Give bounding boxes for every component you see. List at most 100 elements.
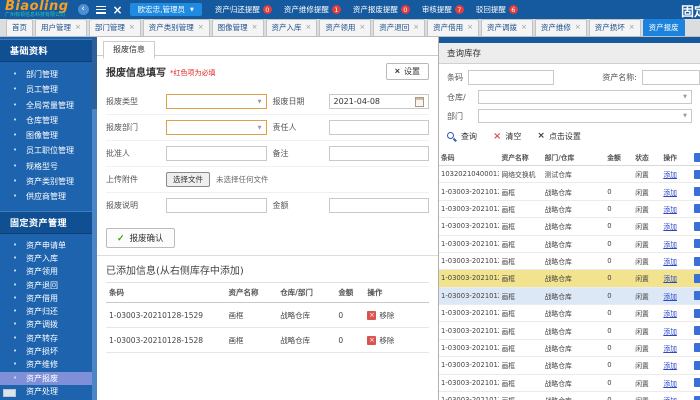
clear-button[interactable]: × 清空 [493, 131, 521, 142]
tab-close-icon[interactable]: × [198, 24, 204, 31]
sidebar-item-供应商管理[interactable]: 供应商管理 [0, 189, 97, 205]
tab-资产调拨[interactable]: 资产调拨 × [481, 19, 533, 36]
sidebar-item-资产转存[interactable]: 资产转存 [0, 332, 97, 346]
remove-button[interactable]: × 移除 [367, 335, 394, 346]
clipped-button[interactable] [693, 256, 700, 266]
sidebar-item-规格型号[interactable]: 规格型号 [0, 159, 97, 175]
clipped-button[interactable] [693, 273, 700, 283]
add-link[interactable]: 添加 [663, 310, 677, 318]
clipped-button[interactable] [693, 360, 700, 370]
click-settings-button[interactable]: × 点击设置 [537, 131, 581, 142]
clipped-button[interactable] [693, 239, 700, 249]
notification-item[interactable]: 资产维修提醒 1 [284, 4, 341, 15]
sidebar-item-资产维修[interactable]: 资产维修 [0, 358, 97, 372]
add-link[interactable]: 添加 [663, 258, 677, 266]
clipped-button[interactable] [693, 169, 700, 179]
tab-close-icon[interactable]: × [575, 24, 581, 31]
notification-item[interactable]: 资产报废提醒 0 [353, 4, 410, 15]
add-link[interactable]: 添加 [663, 362, 677, 370]
sidebar-item-资产申请单[interactable]: 资产申请单 [0, 239, 97, 253]
user-dropdown[interactable]: 欧宏忠,管理员 ▼ [129, 3, 202, 16]
add-link[interactable]: 添加 [663, 206, 677, 214]
add-link[interactable]: 添加 [663, 345, 677, 353]
tab-资产类别管理[interactable]: 资产类别管理 × [142, 19, 210, 36]
tab-资产借用[interactable]: 资产借用 × [427, 19, 479, 36]
clipped-button[interactable] [693, 395, 700, 400]
tab-资产领用[interactable]: 资产领用 × [319, 19, 372, 36]
tab-用户管理[interactable]: 用户管理 × [35, 19, 87, 36]
search-button[interactable]: 查询 [447, 131, 477, 142]
tab-资产损坏[interactable]: 资产损坏 × [588, 19, 641, 36]
tab-close-icon[interactable]: × [306, 24, 312, 31]
remove-button[interactable]: × 移除 [367, 310, 394, 321]
sidebar-item-图像管理[interactable]: 图像管理 [0, 128, 97, 144]
add-link[interactable]: 添加 [663, 189, 677, 197]
add-link[interactable]: 添加 [663, 241, 677, 249]
clipped-button[interactable] [693, 326, 700, 336]
sidebar-item-资产入库[interactable]: 资产入库 [0, 252, 97, 266]
sidebar-item-资产类别管理[interactable]: 资产类别管理 [0, 174, 97, 190]
scrap-date-field[interactable]: 2021-04-08 [328, 94, 429, 109]
tab-close-icon[interactable]: × [359, 24, 365, 31]
calendar-icon[interactable] [415, 96, 424, 107]
scrap-confirm-button[interactable]: ✓ 报废确认 [106, 228, 175, 248]
menu-icon[interactable] [95, 5, 106, 14]
sidebar-item-员工职位管理[interactable]: 员工职位管理 [0, 143, 97, 159]
warehouse-select[interactable]: ▼ [478, 90, 692, 104]
choose-file-button[interactable]: 选择文件 [166, 172, 210, 187]
collapse-sidebar-button[interactable]: ‹ [77, 4, 89, 15]
scrap-dept-select[interactable]: ▼ [166, 120, 267, 135]
tab-图像管理[interactable]: 图像管理 × [211, 19, 264, 36]
tab-资产入库[interactable]: 资产入库 × [265, 19, 318, 36]
tab-close-icon[interactable]: × [467, 24, 473, 31]
sidebar-item-资产领用[interactable]: 资产领用 [0, 265, 97, 279]
sidebar-item-员工管理[interactable]: 员工管理 [0, 82, 97, 98]
sidebar-item-资产退回[interactable]: 资产退回 [0, 279, 97, 293]
asset-name-input[interactable] [642, 70, 700, 85]
add-link[interactable]: 添加 [663, 293, 677, 301]
tab-首页[interactable]: 首页 [6, 19, 33, 36]
scrap-type-select[interactable]: ▼ [166, 94, 267, 109]
add-link[interactable]: 添加 [663, 171, 677, 179]
clipped-button[interactable] [693, 204, 700, 214]
tab-close-icon[interactable]: × [252, 24, 258, 31]
tab-部门管理[interactable]: 部门管理 × [88, 19, 141, 36]
sidebar-scrollbar-thumb[interactable] [92, 37, 97, 109]
clipped-button[interactable] [693, 378, 700, 388]
sidebar-item-资产损坏[interactable]: 资产损坏 [0, 345, 97, 359]
tab-close-icon[interactable]: × [75, 24, 81, 31]
clipped-button[interactable] [693, 152, 700, 162]
sidebar-scrollbar[interactable] [92, 37, 97, 400]
sidebar-item-全局常量管理[interactable]: 全局常量管理 [0, 98, 97, 114]
add-link[interactable]: 添加 [663, 275, 677, 283]
description-input[interactable] [166, 198, 267, 213]
tab-资产维修[interactable]: 资产维修 × [534, 19, 587, 36]
remark-input[interactable] [328, 146, 429, 161]
tab-close-icon[interactable]: × [129, 24, 135, 31]
add-link[interactable]: 添加 [663, 380, 677, 388]
tab-资产报废[interactable]: 资产报废 [642, 19, 685, 36]
clipped-button[interactable] [693, 308, 700, 318]
settings-button[interactable]: × 设置 [385, 63, 429, 80]
tab-close-icon[interactable]: × [521, 24, 527, 31]
sidebar-item-资产调拨[interactable]: 资产调拨 [0, 318, 97, 332]
close-icon[interactable]: × [113, 4, 123, 16]
notification-item[interactable]: 资产归还提醒 0 [215, 4, 272, 15]
sidebar-item-仓库管理[interactable]: 仓库管理 [0, 113, 97, 129]
sidebar-item-资产借用[interactable]: 资产借用 [0, 292, 97, 306]
clipped-button[interactable] [693, 343, 700, 353]
clipped-button[interactable] [693, 221, 700, 231]
tab-资产退回[interactable]: 资产退回 × [373, 19, 426, 36]
amount-input[interactable] [328, 198, 429, 213]
sidebar-item-部门管理[interactable]: 部门管理 [0, 67, 97, 83]
notification-item[interactable]: 驳回提醒 6 [476, 4, 518, 15]
sidebar-item-资产报废[interactable]: 资产报废 [0, 371, 92, 385]
clipped-button[interactable] [693, 187, 700, 197]
responsible-input[interactable] [328, 120, 429, 135]
add-link[interactable]: 添加 [663, 223, 677, 231]
tab-close-icon[interactable]: × [413, 24, 419, 31]
add-link[interactable]: 添加 [663, 328, 677, 336]
clipped-button[interactable] [693, 291, 700, 301]
tab-scrap-info[interactable]: 报废信息 [103, 41, 155, 59]
approver-input[interactable] [166, 146, 267, 161]
